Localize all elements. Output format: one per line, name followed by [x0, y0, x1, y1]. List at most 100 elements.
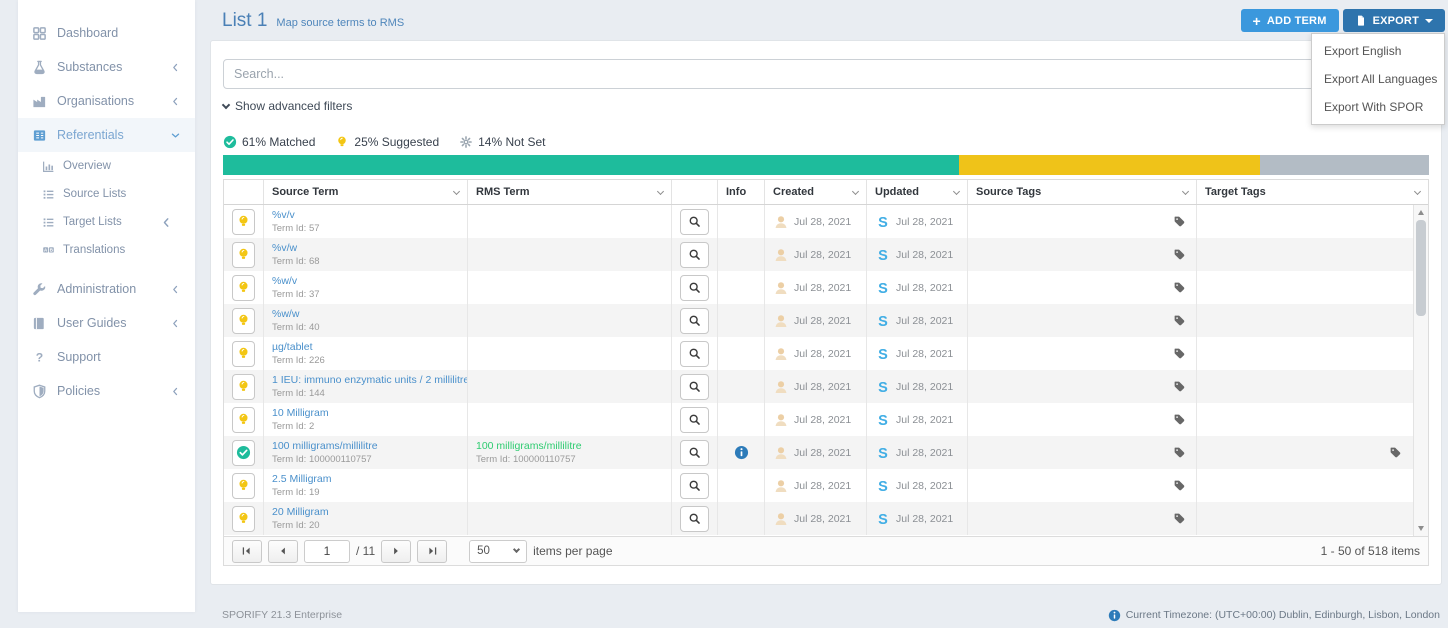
- rms-search-button[interactable]: [680, 506, 709, 532]
- rms-search-button[interactable]: [680, 440, 709, 466]
- source-tags-cell[interactable]: [968, 403, 1197, 436]
- source-term-link[interactable]: %w/w: [272, 308, 299, 321]
- page-size-select[interactable]: 50: [469, 540, 527, 563]
- suggested-status-button[interactable]: [232, 308, 255, 334]
- updated-cell: SJul 28, 2021: [867, 304, 968, 337]
- status-cell: [224, 403, 264, 436]
- sidebar-item-user-guides[interactable]: User Guides: [18, 306, 195, 340]
- source-tags-cell[interactable]: [968, 205, 1197, 238]
- source-term-link[interactable]: %w/v: [272, 275, 297, 288]
- sidebar-item-translations[interactable]: ABTranslations: [18, 236, 195, 264]
- sidebar-item-label: Dashboard: [57, 26, 118, 40]
- stat-14-not-set: 14% Not Set: [459, 135, 545, 149]
- sidebar-item-support[interactable]: ?Support: [18, 340, 195, 374]
- export-button[interactable]: EXPORT: [1343, 9, 1445, 32]
- source-term-link[interactable]: 2.5 Milligram: [272, 473, 332, 486]
- source-tags-cell[interactable]: [968, 469, 1197, 502]
- sidebar-item-overview[interactable]: Overview: [18, 152, 195, 180]
- rms-term-link[interactable]: 100 milligrams/millilitre: [476, 440, 582, 453]
- shield-icon: [32, 384, 47, 399]
- column-header-source-term[interactable]: Source Term: [264, 180, 468, 204]
- rms-search-button[interactable]: [680, 341, 709, 367]
- rms-search-button[interactable]: [680, 308, 709, 334]
- advanced-filters-toggle[interactable]: Show advanced filters: [223, 99, 352, 113]
- column-header-rms-term[interactable]: RMS Term: [468, 180, 672, 204]
- export-menu-item-export-all-languages[interactable]: Export All Languages: [1312, 65, 1444, 93]
- info-cell[interactable]: [718, 436, 765, 469]
- source-tags-cell[interactable]: [968, 502, 1197, 535]
- sidebar-item-administration[interactable]: Administration: [18, 272, 195, 306]
- target-tags-cell: [1197, 337, 1428, 370]
- source-tags-cell[interactable]: [968, 370, 1197, 403]
- suggested-status-button[interactable]: [232, 341, 255, 367]
- source-term-link[interactable]: %v/w: [272, 242, 297, 255]
- updated-cell: SJul 28, 2021: [867, 337, 968, 370]
- rms-search-button[interactable]: [680, 407, 709, 433]
- rms-search-button[interactable]: [680, 473, 709, 499]
- last-page-button[interactable]: [417, 540, 447, 563]
- suggested-status-button[interactable]: [232, 242, 255, 268]
- previous-page-button[interactable]: [268, 540, 298, 563]
- suggested-status-button[interactable]: [232, 374, 255, 400]
- column-header-updated[interactable]: Updated: [867, 180, 968, 204]
- rms-search-button[interactable]: [680, 374, 709, 400]
- source-tags-cell[interactable]: [968, 436, 1197, 469]
- suggested-status-button[interactable]: [232, 407, 255, 433]
- status-cell: [224, 337, 264, 370]
- created-date: Jul 28, 2021: [794, 513, 851, 525]
- sidebar-item-target-lists[interactable]: Target Lists: [18, 208, 195, 236]
- source-term-link[interactable]: µg/tablet: [272, 341, 313, 354]
- updated-date: Jul 28, 2021: [896, 216, 953, 228]
- sidebar: Dashboard SubstancesOrganisationsReferent…: [18, 0, 195, 612]
- rms-search-button[interactable]: [680, 242, 709, 268]
- target-tags-cell: [1197, 205, 1428, 238]
- column-header-source-tags[interactable]: Source Tags: [968, 180, 1197, 204]
- sidebar-item-dashboard[interactable]: Dashboard: [18, 16, 195, 50]
- source-term-link[interactable]: 1 IEU: immuno enzymatic units / 2 millil…: [272, 374, 468, 387]
- add-term-button[interactable]: + ADD TERM: [1241, 9, 1339, 32]
- source-tags-cell[interactable]: [968, 304, 1197, 337]
- target-tags-cell[interactable]: [1197, 436, 1428, 469]
- export-menu-item-export-english[interactable]: Export English: [1312, 37, 1444, 65]
- page-number-input[interactable]: [304, 540, 350, 563]
- svg-text:S: S: [878, 413, 888, 428]
- suggested-status-button[interactable]: [232, 473, 255, 499]
- sidebar-item-organisations[interactable]: Organisations: [18, 84, 195, 118]
- scrollbar-thumb[interactable]: [1416, 220, 1426, 316]
- info-cell: [718, 238, 765, 271]
- suggested-status-button[interactable]: [232, 506, 255, 532]
- next-page-button[interactable]: [381, 540, 411, 563]
- suggested-status-button[interactable]: [232, 275, 255, 301]
- scroll-down-arrow-icon[interactable]: [1418, 526, 1424, 531]
- export-menu-item-export-with-spor[interactable]: Export With SPOR: [1312, 93, 1444, 121]
- bulb-icon: [236, 313, 251, 328]
- sidebar-item-source-lists[interactable]: Source Lists: [18, 180, 195, 208]
- sidebar-item-referentials[interactable]: Referentials: [18, 118, 195, 152]
- rms-search-button[interactable]: [680, 275, 709, 301]
- source-term-link[interactable]: 20 Milligram: [272, 506, 329, 519]
- search-input[interactable]: [223, 59, 1431, 89]
- source-term-link[interactable]: 100 milligrams/millilitre: [272, 440, 378, 453]
- source-tags-cell[interactable]: [968, 271, 1197, 304]
- status-cell: [224, 271, 264, 304]
- source-tags-cell[interactable]: [968, 337, 1197, 370]
- sidebar-item-substances[interactable]: Substances: [18, 50, 195, 84]
- target-tags-cell: [1197, 238, 1428, 271]
- table-scrollbar[interactable]: [1413, 205, 1428, 536]
- sidebar-item-policies[interactable]: Policies: [18, 374, 195, 408]
- source-term-link[interactable]: %v/v: [272, 209, 295, 222]
- sidebar-item-label: Source Lists: [63, 188, 126, 200]
- matched-status-button[interactable]: [232, 440, 255, 466]
- source-tags-cell[interactable]: [968, 238, 1197, 271]
- column-header-created[interactable]: Created: [765, 180, 867, 204]
- rms-search-button[interactable]: [680, 209, 709, 235]
- column-header-target-tags[interactable]: Target Tags: [1197, 180, 1428, 204]
- table-header: Source TermRMS TermInfoCreatedUpdatedSou…: [224, 180, 1428, 205]
- table-row: %w/v Term Id: 37 Jul 28, 2021 SJul 28, 2…: [224, 271, 1428, 304]
- suggested-status-button[interactable]: [232, 209, 255, 235]
- source-term-link[interactable]: 10 Milligram: [272, 407, 329, 420]
- first-page-button[interactable]: [232, 540, 262, 563]
- updated-date: Jul 28, 2021: [896, 282, 953, 294]
- scroll-up-arrow-icon[interactable]: [1418, 210, 1424, 215]
- search-icon: [688, 215, 701, 228]
